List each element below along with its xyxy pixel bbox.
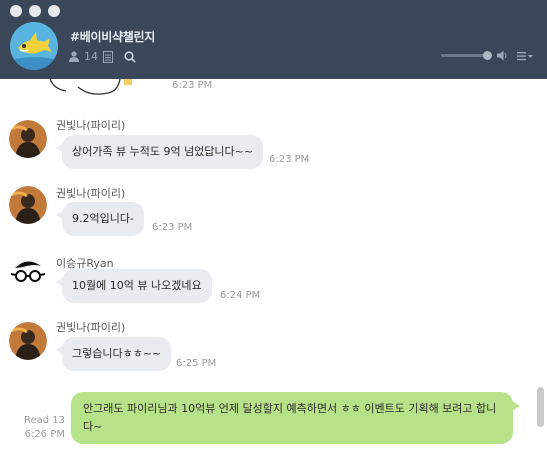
message-time: 6:23 PM [172, 80, 213, 91]
glasses-avatar-icon [9, 256, 47, 294]
maximize-button[interactable] [48, 5, 60, 17]
close-button[interactable] [10, 5, 22, 17]
message-bubble[interactable]: 그렇습니다ㅎㅎ~~ [55, 337, 172, 371]
window-controls [10, 5, 60, 17]
volume-knob[interactable] [483, 51, 492, 60]
message-time: 6:26 PM [24, 429, 65, 440]
message-time: 6:23 PM [152, 222, 193, 233]
sender-name: 권빛나(파이리) [56, 321, 126, 334]
volume-slider[interactable] [441, 51, 492, 60]
avatar[interactable] [9, 186, 47, 224]
person-icon[interactable] [69, 51, 79, 62]
sender-name: 권빛나(파이리) [56, 187, 126, 200]
chat-window: #베이비샥챌린지 14 6:23 PM 권빛나(파이리) 상어가족 뷰 누적도 … [0, 0, 547, 459]
member-count[interactable]: 14 [84, 50, 98, 63]
shark-icon [10, 22, 58, 70]
volume-control [441, 50, 533, 61]
message-time: 6:24 PM [220, 290, 261, 301]
avatar[interactable] [9, 120, 47, 158]
my-message-bubble[interactable]: 안그래도 파이리님과 10억뷰 언제 달성할지 예측하면서 ㅎㅎ 이벤트도 기획… [71, 392, 520, 444]
message-bubble[interactable]: 9.2억입니다- [56, 202, 144, 236]
message-time: 6:23 PM [269, 154, 310, 165]
document-icon[interactable] [103, 50, 113, 63]
speaker-icon[interactable] [497, 50, 509, 61]
minimize-button[interactable] [29, 5, 41, 17]
room-title: #베이비샥챌린지 [70, 30, 155, 44]
message-list[interactable]: 6:23 PM 권빛나(파이리) 상어가족 뷰 누적도 9억 넘었답니다~~ 6… [0, 79, 547, 459]
message-bubble[interactable]: 상어가족 뷰 누적도 9억 넘었답니다~~ [55, 135, 264, 169]
menu-icon[interactable] [517, 51, 533, 61]
message-time: 6:25 PM [176, 358, 217, 369]
search-icon[interactable] [124, 50, 136, 63]
room-avatar[interactable] [10, 22, 58, 70]
sender-name: 권빛나(파이리) [56, 119, 126, 132]
message-bubble[interactable]: 10월에 10억 뷰 나오겠네요 [56, 269, 212, 303]
scrollbar[interactable] [537, 387, 544, 427]
avatar[interactable] [9, 256, 47, 294]
sticker-image [38, 79, 168, 101]
avatar[interactable] [9, 322, 47, 360]
room-toolbar: 14 [69, 50, 136, 63]
read-count: Read 13 [23, 415, 65, 426]
chat-header: #베이비샥챌린지 14 [0, 0, 547, 79]
